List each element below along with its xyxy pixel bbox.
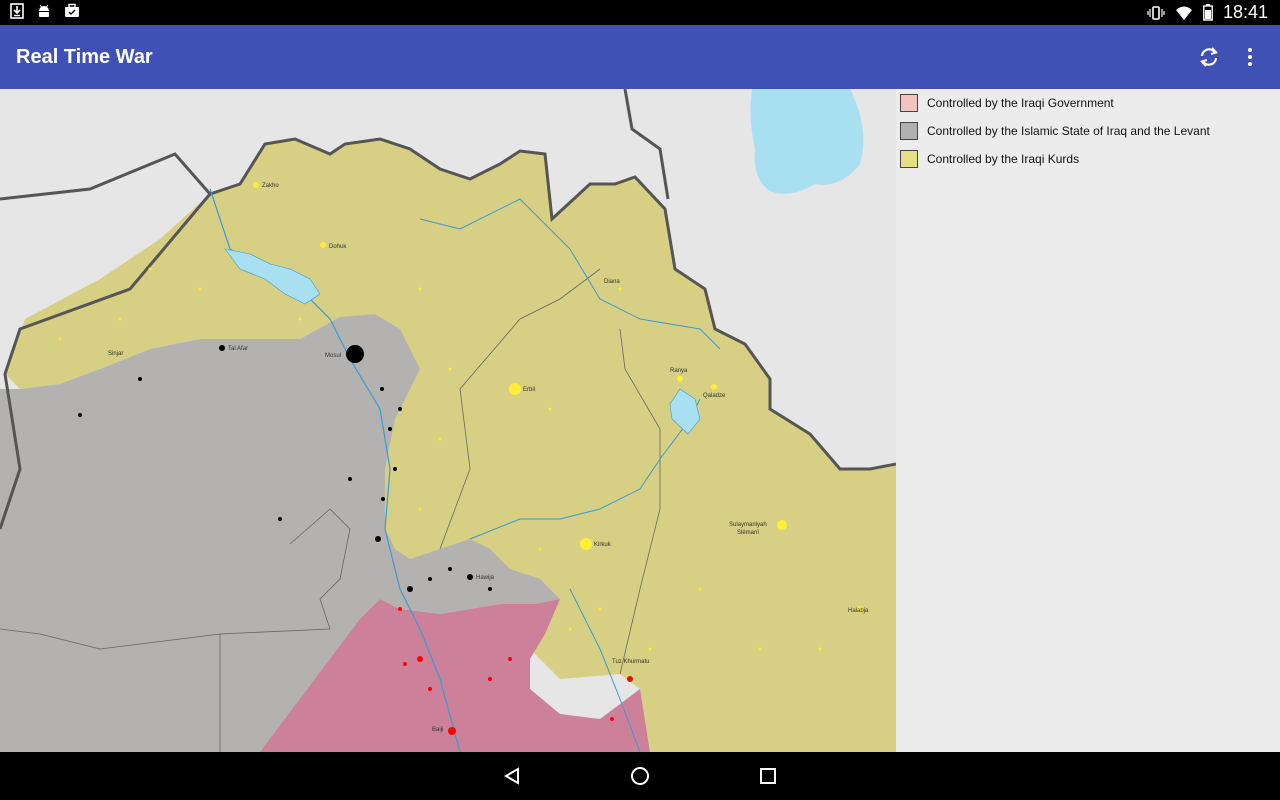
vibrate-icon bbox=[1147, 5, 1165, 20]
tuz-khurmatu-marker[interactable] bbox=[627, 676, 633, 682]
legend-swatch-government bbox=[900, 94, 918, 112]
back-icon bbox=[504, 767, 519, 785]
recents-icon bbox=[760, 768, 776, 784]
map-label-erbil: Erbil bbox=[523, 387, 535, 393]
sulaymaniyah-marker[interactable] bbox=[777, 520, 787, 530]
erbil-marker[interactable] bbox=[509, 383, 521, 395]
home-button[interactable] bbox=[620, 760, 660, 792]
dohuk-marker[interactable] bbox=[320, 242, 326, 248]
map-label-hawija: Hawija bbox=[476, 575, 495, 581]
legend-label: Controlled by the Iraqi Kurds bbox=[927, 152, 1080, 166]
app-title: Real Time War bbox=[16, 46, 153, 68]
map-label-zakho: Zakho bbox=[262, 183, 279, 189]
home-icon bbox=[631, 767, 649, 785]
legend-item-kurds: Controlled by the Iraqi Kurds bbox=[900, 149, 1079, 169]
clock: 18:41 bbox=[1222, 2, 1268, 22]
tal-afar-marker[interactable] bbox=[219, 345, 225, 351]
refresh-icon bbox=[1200, 47, 1218, 67]
map-label-ranya: Ranya bbox=[670, 368, 688, 374]
overflow-menu-button[interactable] bbox=[1236, 37, 1264, 77]
status-bar: 18:41 bbox=[0, 0, 1280, 25]
legend-swatch-kurds bbox=[900, 150, 918, 168]
map-label-qaladze: Qaladze bbox=[703, 393, 726, 399]
map-label-kirkuk: Kirkuk bbox=[594, 542, 612, 548]
legend-item-isil: Controlled by the Islamic State of Iraq … bbox=[900, 121, 1210, 141]
map-label-sulaymaniyah-alt: Slêmanî bbox=[737, 530, 759, 536]
map-label-sinjar: Sinjar bbox=[108, 351, 123, 357]
system-icons: 18:41 bbox=[1147, 0, 1268, 25]
content-area: Zakho Dohuk Tal Afar Mosul Erbil Diana R… bbox=[0, 89, 1280, 752]
legend-label: Controlled by the Iraqi Government bbox=[927, 96, 1114, 110]
map-label-dohuk: Dohuk bbox=[329, 244, 347, 250]
android-icon bbox=[39, 4, 49, 17]
back-button[interactable] bbox=[492, 760, 532, 792]
wifi-icon bbox=[1175, 6, 1192, 20]
download-icon bbox=[10, 3, 24, 19]
overflow-menu-icon bbox=[1248, 48, 1252, 66]
map-label-diana: Diana bbox=[604, 279, 620, 285]
ranya-marker[interactable] bbox=[677, 376, 683, 382]
recents-button[interactable] bbox=[748, 760, 788, 792]
map-label-halabja: Halabja bbox=[848, 608, 869, 614]
legend-label: Controlled by the Islamic State of Iraq … bbox=[927, 124, 1210, 138]
legend-swatch-isil bbox=[900, 122, 918, 140]
battery-icon bbox=[1203, 4, 1213, 21]
zakho-marker[interactable] bbox=[253, 182, 259, 188]
qaladze-marker[interactable] bbox=[711, 384, 717, 390]
app-bar: Real Time War bbox=[0, 25, 1280, 89]
map-label-baiji: Baiji bbox=[432, 727, 443, 733]
map-legend: Controlled by the Iraqi Government Contr… bbox=[896, 89, 1280, 752]
refresh-button[interactable] bbox=[1190, 37, 1228, 77]
navigation-bar bbox=[0, 752, 1280, 800]
territory-map[interactable]: Zakho Dohuk Tal Afar Mosul Erbil Diana R… bbox=[0, 89, 896, 752]
map-label-tuz-khurmatu: Tuz Khurmatu bbox=[612, 659, 649, 665]
map-view[interactable]: Zakho Dohuk Tal Afar Mosul Erbil Diana R… bbox=[0, 89, 896, 752]
notification-icons bbox=[10, 3, 80, 19]
map-label-mosul: Mosul bbox=[325, 353, 341, 359]
map-label-sulaymaniyah: Sulaymaniyah bbox=[729, 522, 767, 528]
hawija-marker[interactable] bbox=[467, 574, 473, 580]
mosul-marker[interactable] bbox=[346, 345, 364, 363]
legend-item-government: Controlled by the Iraqi Government bbox=[900, 93, 1114, 113]
briefcase-icon bbox=[65, 3, 79, 17]
kirkuk-marker[interactable] bbox=[580, 538, 592, 550]
map-label-tal-afar: Tal Afar bbox=[228, 346, 248, 352]
baiji-marker[interactable] bbox=[448, 727, 456, 735]
